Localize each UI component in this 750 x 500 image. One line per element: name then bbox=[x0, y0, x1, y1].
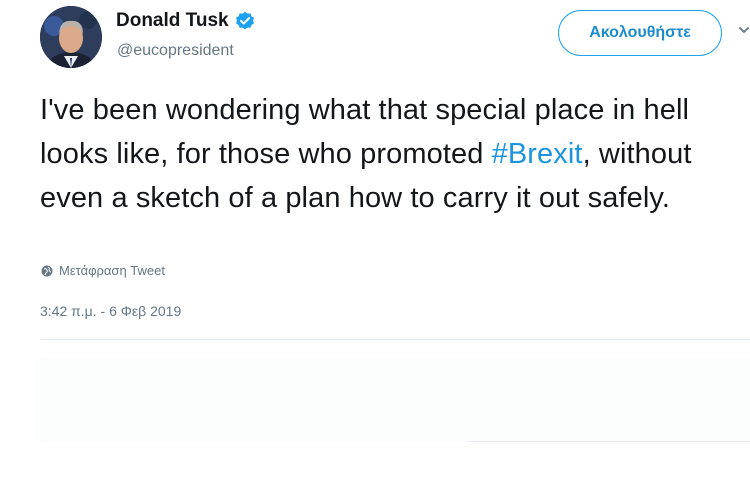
globe-icon bbox=[41, 265, 53, 276]
display-name[interactable]: Donald Tusk bbox=[116, 10, 229, 32]
divider bbox=[40, 339, 750, 340]
chevron-down-icon[interactable] bbox=[739, 20, 749, 40]
translate-tweet-link[interactable]: Μετάφραση Tweet bbox=[41, 263, 165, 278]
tweet-timestamp[interactable]: 3:42 π.μ. - 6 Φεβ 2019 bbox=[40, 303, 181, 319]
tweet-card: Donald Tusk @eucopresident Ακολουθήστε I… bbox=[0, 0, 750, 500]
translate-label: Μετάφραση Tweet bbox=[59, 263, 165, 278]
avatar-image bbox=[40, 6, 102, 68]
hashtag-link[interactable]: #Brexit bbox=[492, 138, 583, 170]
user-handle[interactable]: @eucopresident bbox=[117, 42, 234, 60]
divider bbox=[468, 441, 750, 442]
tweet-stats-area bbox=[34, 358, 750, 442]
avatar[interactable] bbox=[40, 6, 102, 68]
name-row: Donald Tusk bbox=[116, 10, 255, 32]
verified-badge-icon bbox=[235, 11, 255, 31]
follow-button[interactable]: Ακολουθήστε bbox=[558, 10, 722, 56]
tweet-text: I've been wondering what that special pl… bbox=[40, 88, 745, 220]
